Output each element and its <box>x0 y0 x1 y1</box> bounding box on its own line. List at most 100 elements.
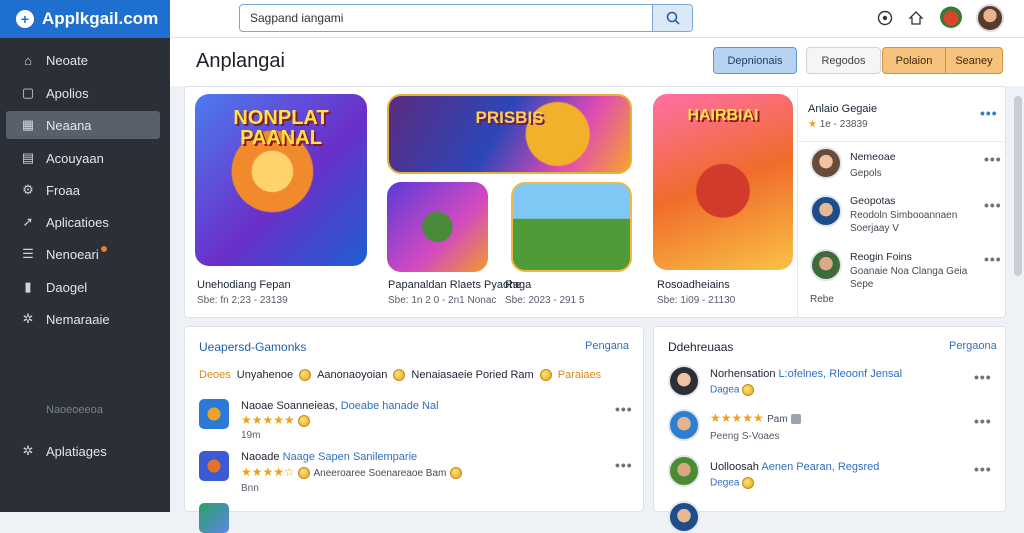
featured-app-art[interactable] <box>387 182 488 272</box>
home-outline-icon[interactable] <box>906 8 926 28</box>
avatar[interactable] <box>668 409 700 441</box>
app-thumbnail[interactable] <box>199 451 229 481</box>
sidebar-item-list[interactable]: ☰ Nenoeari <box>6 240 160 268</box>
tag[interactable]: Unyahenoe <box>237 369 293 381</box>
app-title[interactable]: Unehodiang Fepan <box>197 279 291 291</box>
bookmark-icon: ▮ <box>24 279 32 294</box>
search-input[interactable] <box>240 5 652 31</box>
card-link[interactable]: Pergaona <box>949 340 997 352</box>
gear-icon: ✲ <box>22 311 34 326</box>
coin-icon <box>298 466 311 479</box>
list-item-title-accent: Naage Sapen Sanilemparie <box>282 451 418 463</box>
gear-icon: ✲ <box>22 443 34 458</box>
secondary-filter-button[interactable]: Regodos <box>806 47 881 74</box>
list-item-title[interactable]: Norhensation L:ofelnes, Rleoonf Jensal <box>710 368 902 380</box>
user-avatar[interactable] <box>976 4 1004 32</box>
divider <box>798 141 1004 142</box>
coin-icon <box>449 466 462 479</box>
app-title[interactable]: Papanaldan Rlaets Pyaohe <box>388 279 521 291</box>
scrollbar[interactable] <box>1014 96 1022 276</box>
tag[interactable]: Aanonaoyoian <box>317 369 387 381</box>
side-list-subtitle: ★ 1e - 23839 <box>808 119 868 130</box>
avatar[interactable] <box>668 501 700 533</box>
list-item-title[interactable]: Naoae Soanneieas, Doeabe hanade Nal <box>241 400 439 412</box>
plus-logo-icon: + <box>16 10 34 28</box>
sidebar-item-label: Nemaraaie <box>46 311 110 327</box>
side-item-title[interactable]: Reogin Foins <box>850 251 912 263</box>
art-title: NONPLAT PAANAL <box>233 107 329 149</box>
card-title: Ueapersd-Gamonks <box>199 340 307 354</box>
app-meta: Sbe: 1i09 - 21130 <box>657 295 736 306</box>
orange-button-left[interactable]: Polaion <box>882 47 946 74</box>
sidebar-section-label: Naoeoeeoa <box>46 404 103 416</box>
avatar[interactable] <box>810 249 842 281</box>
sidebar-item-apps[interactable]: ▢ Apolios <box>6 79 160 107</box>
side-list: Anlaio Gegaie ★ 1e - 23839 ••• Nemeoae G… <box>797 87 1005 317</box>
more-options-icon[interactable]: ••• <box>974 461 992 477</box>
list-item-title[interactable]: Uolloosah Aenen Pearan, Regsred <box>710 461 879 473</box>
page-title: Anplangai <box>196 50 285 72</box>
more-options-icon[interactable]: ••• <box>984 251 1002 267</box>
search-button[interactable] <box>652 5 692 31</box>
side-item-desc: Gepols <box>850 168 882 179</box>
library-icon: ▤ <box>21 150 35 165</box>
sidebar-item-bookmark[interactable]: ▮ Daogel <box>6 273 160 301</box>
app-thumbnail[interactable] <box>199 399 229 429</box>
app-thumbnail[interactable] <box>199 503 229 533</box>
app-title[interactable]: Raga <box>505 279 531 291</box>
featured-app-art[interactable]: PRISBIS <box>387 94 632 174</box>
featured-app-art[interactable]: HAIRBIAI <box>653 94 793 270</box>
sidebar-item-label: Apolios <box>46 85 89 101</box>
orange-button-right[interactable]: Seaney <box>945 47 1003 74</box>
side-list-footer: Rebe <box>810 294 834 305</box>
list-item-title[interactable]: Naoade Naage Sapen Sanilemparie <box>241 451 417 463</box>
list-item-title-prefix: Naoade <box>241 451 280 463</box>
sidebar-item-bottom[interactable]: ✲ Aplatiages <box>6 437 160 465</box>
sidebar-item-label: Neaana <box>46 117 92 133</box>
more-options-icon[interactable]: ••• <box>984 197 1002 213</box>
list-item-sub: Dagea <box>710 384 755 396</box>
sidebar-item-home[interactable]: ⌂ Neoate <box>6 46 160 74</box>
app-meta: Sbe: 2023 - 291 5 <box>505 295 585 306</box>
avatar[interactable] <box>668 365 700 397</box>
primary-filter-button[interactable]: Depnionais <box>713 47 797 74</box>
more-options-icon[interactable]: ••• <box>980 105 998 121</box>
brand-name: Applkgail.com <box>42 9 159 28</box>
more-options-icon[interactable]: ••• <box>984 151 1002 167</box>
right-card: Ddehreuaas Pergaona Norhensation L:ofeln… <box>653 326 1006 533</box>
featured-app-art[interactable]: NONPLAT PAANAL <box>195 94 367 266</box>
tag[interactable]: Deoes <box>199 369 231 381</box>
side-list-title: Anlaio Gegaie <box>808 103 878 115</box>
sidebar-item-grid[interactable]: ▦ Neaana <box>6 111 160 139</box>
rating-stars-glyphs: ★★★★☆ <box>241 465 295 479</box>
sidebar-item-gear[interactable]: ✲ Nemaraaie <box>6 305 160 333</box>
tag[interactable]: Paraiaes <box>558 369 601 381</box>
side-item-title[interactable]: Nemeoae <box>850 151 896 163</box>
sidebar-item-settings[interactable]: ⚙ Froaa <box>6 176 160 204</box>
card-link[interactable]: Pengana <box>585 340 629 352</box>
more-options-icon[interactable]: ••• <box>974 369 992 385</box>
sidebar-item-rocket[interactable]: ➚ Aplicatioes <box>6 208 160 236</box>
app-title[interactable]: Rosoadheiains <box>657 279 730 291</box>
brand[interactable]: + Applkgail.com <box>0 0 170 38</box>
rocket-icon: ➚ <box>22 214 34 229</box>
help-icon[interactable] <box>875 8 895 28</box>
side-item-title[interactable]: Geopotas <box>850 195 896 207</box>
featured-app-art[interactable] <box>511 182 632 272</box>
avatar[interactable] <box>810 195 842 227</box>
more-options-icon[interactable]: ••• <box>615 401 633 417</box>
rating-note: Aneeroaree Soenareaoe Bam <box>313 468 447 479</box>
tag[interactable]: Nenaiasaeie Poried Ram <box>411 369 533 381</box>
list-icon: ☰ <box>22 246 34 261</box>
app-meta: Sbe: fn 2;23 - 23139 <box>197 295 288 306</box>
sidebar-item-label: Aplatiages <box>46 443 107 459</box>
avatar[interactable] <box>668 455 700 487</box>
side-item-desc: Goanaie Noa Clanga Geia Sepe <box>850 266 968 290</box>
list-item-sub: Peeng S-Voaes <box>710 431 780 442</box>
more-options-icon[interactable]: ••• <box>615 457 633 473</box>
coin-icon <box>539 369 552 381</box>
more-options-icon[interactable]: ••• <box>974 413 992 429</box>
mascot-icon[interactable] <box>940 6 962 28</box>
avatar[interactable] <box>810 147 842 179</box>
sidebar-item-library[interactable]: ▤ Acouyaan <box>6 144 160 172</box>
